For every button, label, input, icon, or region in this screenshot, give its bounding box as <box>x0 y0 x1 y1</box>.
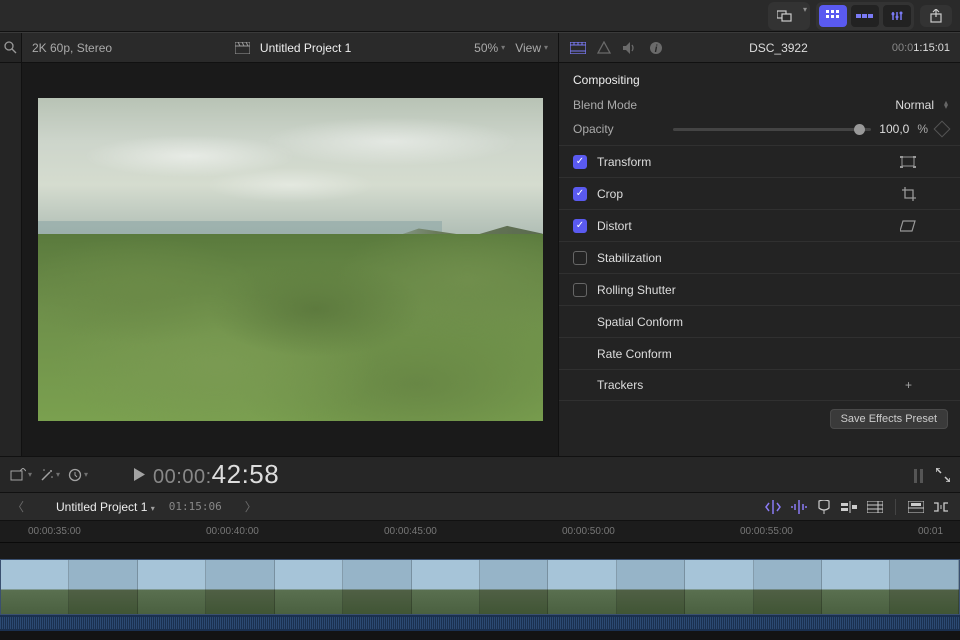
next-edit-button[interactable]: 〉 <box>236 498 266 515</box>
clip-appearance-icon[interactable] <box>934 501 948 513</box>
project-name-dropdown[interactable]: Untitled Project 1 ▾ <box>56 500 155 514</box>
distort-row[interactable]: ✓ Distort <box>559 209 960 241</box>
compositing-section: Compositing Blend Mode Normal ▴▾ Opacity… <box>559 63 960 145</box>
ruler-tick: 00:00:50:00 <box>562 526 615 537</box>
timeline-ruler[interactable]: 00:00:35:00 00:00:40:00 00:00:45:00 00:0… <box>0 520 960 542</box>
ruler-tick: 00:00:40:00 <box>206 526 259 537</box>
timeline-layout-icon[interactable] <box>908 501 924 513</box>
skimming-icon[interactable] <box>765 500 781 514</box>
ruler-tick: 00:00:45:00 <box>384 526 437 537</box>
crop-icon[interactable] <box>902 187 916 201</box>
svg-text:i: i <box>655 44 658 55</box>
enhance-tool-button[interactable]: ▾ <box>40 468 60 482</box>
project-bar: 〈 Untitled Project 1 ▾ 01:15:06 〉 <box>0 492 960 520</box>
prev-edit-button[interactable]: 〈 <box>12 498 42 515</box>
transport-timecode: 00:00:42:58 <box>153 459 279 490</box>
color-tab-icon[interactable] <box>595 39 613 57</box>
blend-mode-value[interactable]: Normal <box>895 98 934 112</box>
snapping-icon[interactable] <box>841 501 857 513</box>
retime-tool-button[interactable]: ▾ <box>68 468 88 482</box>
crop-checkbox[interactable]: ✓ <box>573 187 587 201</box>
workspace-switcher[interactable]: ▾ <box>768 2 810 30</box>
rolling-shutter-checkbox[interactable] <box>573 283 587 297</box>
trackers-row[interactable]: Trackers+ <box>559 369 960 401</box>
inspector-panel: i DSC_3922 00:01:15:01 Compositing Blend… <box>558 33 960 456</box>
ruler-tick: 00:00:35:00 <box>28 526 81 537</box>
transform-icon[interactable] <box>900 156 916 168</box>
info-tab-icon[interactable]: i <box>647 39 665 57</box>
play-button[interactable] <box>134 468 145 481</box>
inspector-toggle-button[interactable] <box>883 5 911 27</box>
inspector-header: i DSC_3922 00:01:15:01 <box>559 33 960 63</box>
timeline[interactable] <box>0 542 960 640</box>
transform-checkbox[interactable]: ✓ <box>573 155 587 169</box>
fullscreen-icon[interactable] <box>936 468 950 482</box>
opacity-slider[interactable] <box>673 128 871 131</box>
opacity-label: Opacity <box>573 122 665 136</box>
rate-conform-row[interactable]: Rate Conform <box>559 337 960 369</box>
share-button[interactable] <box>920 5 952 27</box>
distort-icon[interactable] <box>900 220 916 232</box>
add-tracker-icon[interactable]: + <box>905 378 912 392</box>
format-label: 2K 60p, Stereo <box>32 41 112 55</box>
top-toolbar: ▾ <box>0 0 960 32</box>
view-dropdown[interactable]: View▾ <box>515 41 548 55</box>
stabilization-row[interactable]: Stabilization <box>559 241 960 273</box>
solo-icon[interactable] <box>817 500 831 514</box>
rolling-shutter-row[interactable]: Rolling Shutter <box>559 273 960 305</box>
search-button[interactable] <box>0 33 21 63</box>
audio-tab-icon[interactable] <box>621 39 639 57</box>
grid-view-button[interactable] <box>819 5 847 27</box>
clapper-icon <box>235 42 250 54</box>
windows-icon[interactable] <box>771 5 799 27</box>
clip-name: DSC_3922 <box>675 41 882 55</box>
audio-meter-icon[interactable] <box>912 466 926 484</box>
stabilization-checkbox[interactable] <box>573 251 587 265</box>
index-icon[interactable] <box>867 501 883 513</box>
viewer-canvas[interactable] <box>22 63 558 456</box>
ruler-tick: 00:01 <box>918 526 943 537</box>
viewer-header: 2K 60p, Stereo Untitled Project 1 50%▾ V… <box>22 33 558 63</box>
transform-row[interactable]: ✓ Transform <box>559 145 960 177</box>
transport-bar: ▾ ▾ ▾ 00:00:42:58 <box>0 456 960 492</box>
preview-frame <box>38 98 543 421</box>
keyframe-icon[interactable] <box>934 121 951 138</box>
compositing-heading: Compositing <box>573 69 948 93</box>
filmstrip-view-button[interactable] <box>851 5 879 27</box>
stepper-icon[interactable]: ▴▾ <box>944 101 948 109</box>
crop-row[interactable]: ✓ Crop <box>559 177 960 209</box>
clip-timecode: 00:01:15:01 <box>892 41 950 54</box>
effects-tool-button[interactable]: ▾ <box>10 468 32 482</box>
spatial-conform-row[interactable]: Spatial Conform <box>559 305 960 337</box>
view-mode-group <box>816 2 914 30</box>
left-sidebar <box>0 33 22 456</box>
project-duration: 01:15:06 <box>169 500 222 513</box>
distort-checkbox[interactable]: ✓ <box>573 219 587 233</box>
opacity-value[interactable]: 100,0 <box>879 122 909 136</box>
audio-waveform[interactable] <box>0 615 960 631</box>
zoom-dropdown[interactable]: 50%▾ <box>474 41 505 55</box>
save-effects-preset-button[interactable]: Save Effects Preset <box>830 409 948 429</box>
ruler-tick: 00:00:55:00 <box>740 526 793 537</box>
blend-mode-label: Blend Mode <box>573 98 665 112</box>
project-title: Untitled Project 1 <box>260 41 351 55</box>
chevron-down-icon[interactable]: ▾ <box>803 5 807 27</box>
opacity-unit: % <box>917 122 928 136</box>
video-tab-icon[interactable] <box>569 39 587 57</box>
audio-skimming-icon[interactable] <box>791 500 807 514</box>
timeline-clip[interactable] <box>0 559 960 615</box>
